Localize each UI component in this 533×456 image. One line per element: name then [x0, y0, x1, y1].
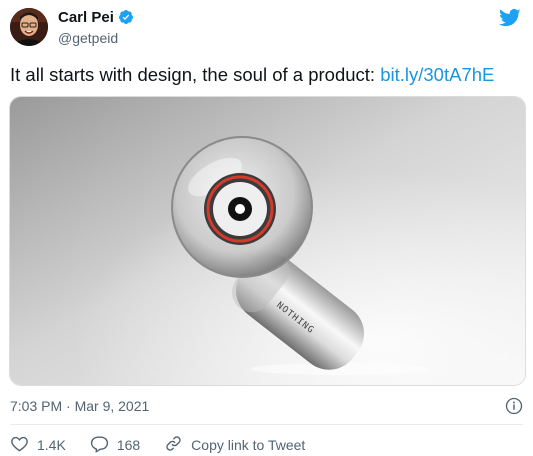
divider	[10, 424, 523, 425]
reply-button[interactable]: 168	[90, 434, 140, 456]
name-row: Carl Pei	[58, 8, 134, 26]
avatar[interactable]	[10, 8, 48, 46]
display-name[interactable]: Carl Pei	[58, 9, 114, 26]
action-bar: 1.4K 168 Copy link to Tweet	[10, 434, 329, 456]
replies-count: 168	[116, 437, 141, 453]
likes-count: 1.4K	[37, 437, 66, 453]
heart-icon	[10, 434, 29, 456]
handle[interactable]: @getpeid	[58, 30, 134, 46]
tweet-text: It all starts with design, the soul of a…	[10, 64, 494, 86]
tweet-media-image[interactable]: NOTHING	[9, 96, 526, 386]
info-icon[interactable]	[505, 397, 523, 415]
reply-bubble-icon	[90, 434, 109, 456]
copy-link-button[interactable]: Copy link to Tweet	[164, 434, 305, 456]
link-icon	[164, 434, 183, 456]
twitter-bird-icon[interactable]	[499, 8, 521, 28]
tweet-card: Carl Pei @getpeid It all starts with des…	[0, 0, 533, 456]
tweet-link[interactable]: bit.ly/30tA7hE	[380, 64, 494, 85]
meta-row: 7:03 PM · Mar 9, 2021	[10, 396, 523, 416]
copy-link-label: Copy link to Tweet	[191, 437, 306, 453]
timestamp[interactable]: 7:03 PM · Mar 9, 2021	[10, 398, 149, 414]
author-info: Carl Pei @getpeid	[58, 8, 134, 46]
verified-badge-icon	[118, 9, 134, 25]
like-button[interactable]: 1.4K	[10, 434, 66, 456]
tweet-body: It all starts with design, the soul of a…	[10, 64, 381, 85]
